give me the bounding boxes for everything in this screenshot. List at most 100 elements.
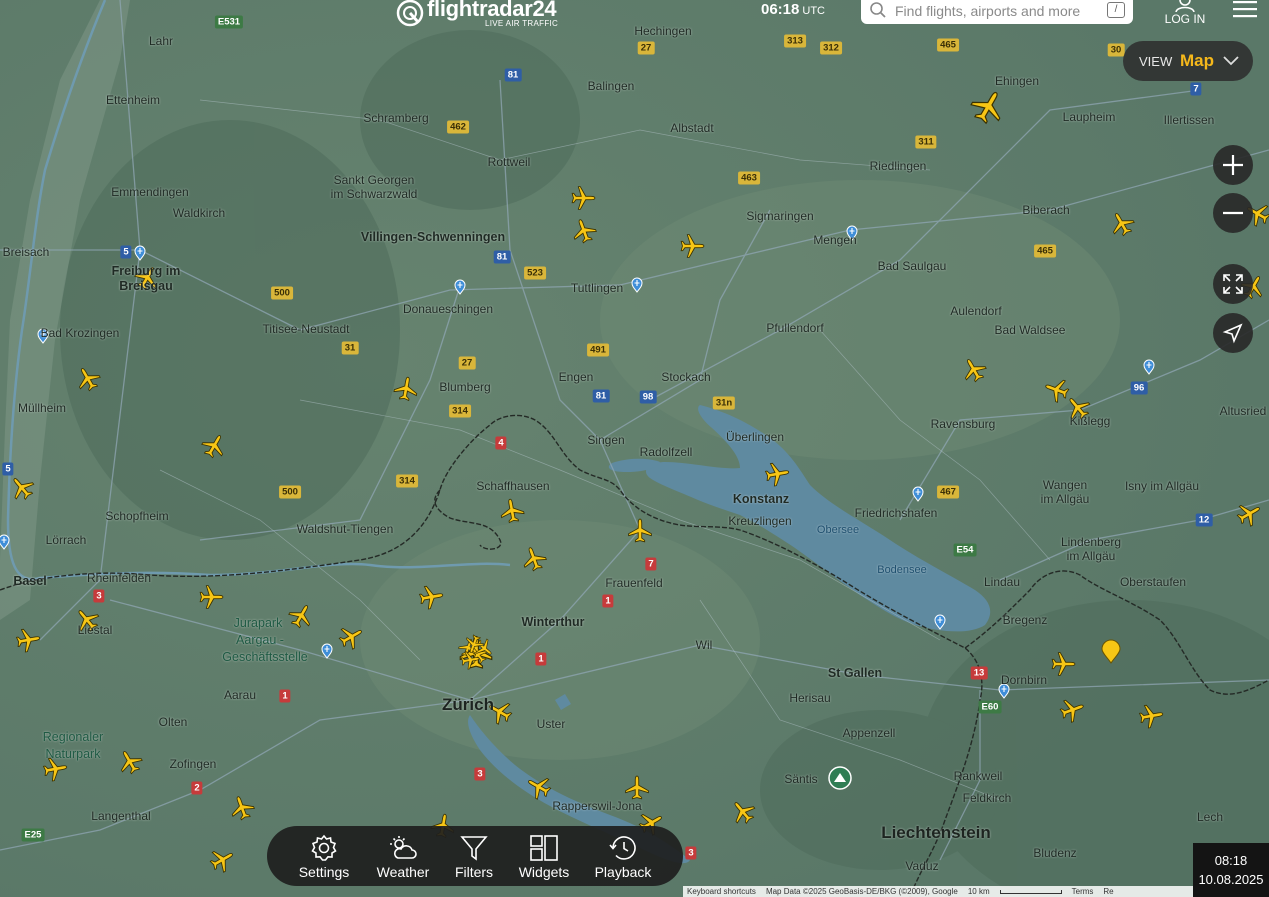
town-label: Bad Krozingen xyxy=(40,326,120,340)
road-shield: 523 xyxy=(524,266,546,280)
town-label: Uster xyxy=(536,717,566,731)
logo-icon xyxy=(396,0,424,27)
road-shield: E25 xyxy=(21,828,45,842)
search-input[interactable] xyxy=(893,0,1097,22)
town-label: Wil xyxy=(695,638,713,652)
scale-bar xyxy=(999,889,1062,894)
town-label: Vaduz xyxy=(905,859,939,873)
town-label: Freiburg im xyxy=(111,264,181,278)
filters-button[interactable]: Filters xyxy=(447,826,501,886)
town-label: Emmendingen xyxy=(111,185,189,199)
town-label: Müllheim xyxy=(17,401,67,415)
zoom-in-button[interactable] xyxy=(1213,145,1253,185)
road-shield: 1 xyxy=(279,689,291,703)
local-date: 10.08.2025 xyxy=(1198,872,1264,887)
minus-icon xyxy=(1223,211,1243,215)
weather-button[interactable]: Weather xyxy=(371,826,435,886)
lake-label: Bodensee xyxy=(877,564,927,576)
town-label: Titisee-Neustadt xyxy=(262,322,350,336)
search-icon xyxy=(870,2,886,18)
flightradar24-logo[interactable]: flightradar24 LIVE AIR TRAFFIC xyxy=(395,0,565,30)
keyboard-shortcuts-link[interactable]: Keyboard shortcuts xyxy=(687,887,756,896)
road-shield: 467 xyxy=(937,485,959,499)
town-label: Isny im Allgäu xyxy=(1124,479,1200,493)
town-label: Säntis xyxy=(784,772,818,786)
road-shield: 13 xyxy=(970,666,988,680)
my-location-button[interactable] xyxy=(1213,313,1253,353)
road-shield: 98 xyxy=(639,390,657,404)
road-shield: 27 xyxy=(458,356,476,370)
road-shield: 3 xyxy=(93,589,105,603)
town-label: Frauenfeld xyxy=(605,576,663,590)
road-shield: 463 xyxy=(738,171,760,185)
town-label: Villingen-Schwenningen xyxy=(360,230,506,244)
town-label: Blumberg xyxy=(439,380,491,394)
town-label: Rankweil xyxy=(953,769,1003,783)
town-label: Olten xyxy=(158,715,188,729)
login-label: LOG IN xyxy=(1164,12,1206,26)
terms-link[interactable]: Terms xyxy=(1072,887,1094,896)
road-shield: 313 xyxy=(784,34,806,48)
road-shield: 30 xyxy=(1107,43,1125,57)
road-shield: 31n xyxy=(712,396,736,410)
town-label: Ravensburg xyxy=(930,417,996,431)
town-label: Bludenz xyxy=(1033,846,1077,860)
road-shield: 311 xyxy=(915,135,937,149)
road-shield: 3 xyxy=(474,767,486,781)
town-label: Lech xyxy=(1196,810,1224,824)
town-label: Feldkirch xyxy=(962,791,1012,805)
search-box[interactable]: / xyxy=(861,0,1133,24)
park-label: Jurapark xyxy=(233,616,283,630)
town-label: Illertissen xyxy=(1163,113,1215,127)
filters-label: Filters xyxy=(454,864,494,880)
town-label: Pfullendorf xyxy=(766,321,824,335)
town-label: Laupheim xyxy=(1062,110,1116,124)
widgets-button[interactable]: Widgets xyxy=(513,826,575,886)
town-label: Rheinfelden xyxy=(86,571,152,585)
town-label: Sankt Georgen xyxy=(333,173,415,187)
park-label: Geschäftsstelle xyxy=(222,650,308,664)
widgets-icon xyxy=(530,835,558,861)
town-label: Friedrichshafen xyxy=(854,506,938,520)
town-label: Aarau xyxy=(223,688,257,702)
town-label: Biberach xyxy=(1022,203,1070,217)
road-shield: 12 xyxy=(1195,513,1213,527)
road-shield: 1 xyxy=(602,594,614,608)
town-label: Bregenz xyxy=(1002,613,1048,627)
town-label: Lörrach xyxy=(45,533,87,547)
zoom-out-button[interactable] xyxy=(1213,193,1253,233)
town-label: Breisgau xyxy=(119,279,173,293)
road-shield: 7 xyxy=(645,557,657,571)
town-label: Bad Saulgau xyxy=(877,259,947,273)
local-time: 08:18 xyxy=(1214,853,1248,868)
road-shield: 27 xyxy=(637,41,655,55)
fullscreen-button[interactable] xyxy=(1213,264,1253,304)
report-link[interactable]: Re xyxy=(1103,887,1113,896)
road-shield: 5 xyxy=(2,462,14,476)
town-label: Schramberg xyxy=(363,111,429,125)
settings-button[interactable]: Settings xyxy=(293,826,355,886)
scale-label: 10 km xyxy=(967,887,990,896)
view-selector[interactable]: VIEW Map xyxy=(1123,41,1253,81)
town-label: Überlingen xyxy=(725,430,785,444)
filter-icon xyxy=(460,836,488,861)
road-shield: 81 xyxy=(493,250,511,264)
logo-tagline: LIVE AIR TRAFFIC xyxy=(485,19,559,28)
login-button[interactable]: LOG IN xyxy=(1163,0,1207,28)
town-label: Lindau xyxy=(983,575,1021,589)
town-label: Sigmaringen xyxy=(746,209,814,223)
town-label: Herisau xyxy=(789,691,831,705)
hamburger-menu-icon[interactable] xyxy=(1233,0,1257,20)
town-label: Lindenberg xyxy=(1060,535,1122,549)
town-label: Donaueschingen xyxy=(402,302,494,316)
lake-label: Obersee xyxy=(816,524,860,536)
plus-icon xyxy=(1223,155,1243,175)
navigation-arrow-icon xyxy=(1222,323,1243,344)
road-shield: 500 xyxy=(271,286,293,300)
town-label: Singen xyxy=(587,433,625,447)
road-shield: 314 xyxy=(396,474,418,488)
widgets-label: Widgets xyxy=(518,864,570,880)
playback-button[interactable]: Playback xyxy=(589,826,657,886)
utc-clock: 06:18 UTC xyxy=(761,1,825,18)
town-label: Breisach xyxy=(2,245,50,259)
